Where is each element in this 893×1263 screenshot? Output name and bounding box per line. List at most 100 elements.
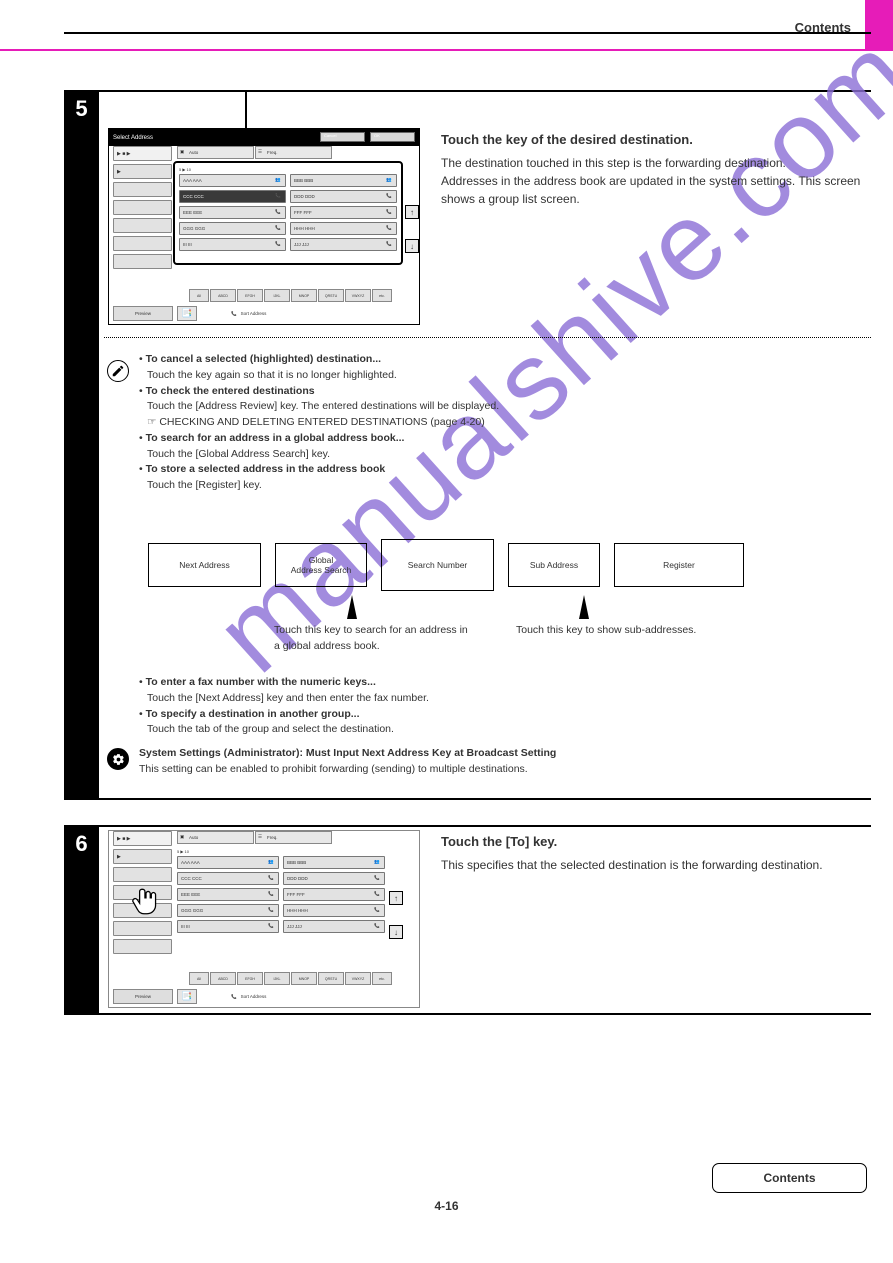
scroll-up-button[interactable]: ↑: [405, 205, 419, 219]
footer-contents-button[interactable]: Contents: [712, 1163, 867, 1193]
scroll-up-button[interactable]: ↑: [389, 891, 403, 905]
options-button[interactable]: 📑: [177, 989, 197, 1004]
index-tab[interactable]: EFGH: [237, 289, 263, 302]
preview-button[interactable]: Preview: [113, 989, 173, 1004]
step6-sidebar: 6: [64, 825, 99, 1013]
tab-icon: ▣: [180, 149, 187, 156]
step6-title: Touch the [To] key.: [441, 832, 871, 852]
phone-icon: 📞: [386, 225, 394, 233]
index-tab[interactable]: etc.: [372, 289, 392, 302]
address-entry[interactable]: III III📞: [179, 238, 286, 251]
index-tab[interactable]: MNOP: [291, 289, 317, 302]
address-entry[interactable]: EEE EEE📞: [177, 888, 279, 901]
left-mode-column: ▶ ■ ▶ ▶: [113, 146, 172, 272]
address-entry[interactable]: GGG GGG📞: [179, 222, 286, 235]
panel-header: Select Address Cancel OK: [109, 129, 419, 146]
index-tab[interactable]: ABCD: [210, 289, 236, 302]
index-tab[interactable]: MNOP: [291, 972, 317, 985]
index-tab[interactable]: EFGH: [237, 972, 263, 985]
preview-button[interactable]: Preview: [113, 306, 173, 321]
step5-sidebar: 5: [64, 90, 99, 798]
address-entry[interactable]: III III📞: [177, 920, 279, 933]
phone-icon: 📞: [268, 923, 276, 931]
mode-bcc[interactable]: [113, 182, 172, 197]
softkey-search-num[interactable]: Search Number: [381, 539, 494, 591]
mode-blank3[interactable]: [113, 921, 172, 936]
bottom-bar: Preview 📑 📞 Sort Address: [113, 989, 415, 1004]
ok-button[interactable]: OK: [370, 132, 415, 142]
mode-to[interactable]: ▶ ■ ▶: [113, 146, 172, 161]
softkey-next[interactable]: Next Address: [148, 543, 261, 587]
sort-icon: 📞: [231, 311, 237, 317]
mode-cc[interactable]: ▶: [113, 164, 172, 179]
mode-cc[interactable]: ▶: [113, 849, 172, 864]
address-entry-selected[interactable]: CCC CCC📞: [179, 190, 286, 203]
tab-auto[interactable]: ▣Auto: [177, 146, 254, 159]
address-entry[interactable]: JJJ JJJ📞: [283, 920, 385, 933]
index-tab[interactable]: VWXYZ: [345, 289, 371, 302]
softkey-global[interactable]: Global Address Search: [275, 543, 367, 587]
mode-blank2[interactable]: [113, 218, 172, 233]
phone-icon: 📞: [268, 875, 276, 883]
index-tab[interactable]: IJKL: [264, 972, 290, 985]
softkey-sub-addr[interactable]: Sub Address: [508, 543, 600, 587]
address-entry[interactable]: BBB BBB👥: [290, 174, 397, 187]
index-tab[interactable]: All: [189, 972, 209, 985]
index-tabs: All ABCD EFGH IJKL MNOP QRSTU VWXYZ etc.: [189, 972, 392, 985]
address-entry[interactable]: JJJ JJJ📞: [290, 238, 397, 251]
mode-blank1[interactable]: [113, 200, 172, 215]
cancel-button[interactable]: Cancel: [320, 132, 365, 142]
mode-to[interactable]: ▶ ■ ▶: [113, 831, 172, 846]
phone-icon: 📞: [374, 923, 382, 931]
index-tab[interactable]: VWXYZ: [345, 972, 371, 985]
index-tab[interactable]: etc.: [372, 972, 392, 985]
index-tab[interactable]: QRSTU: [318, 289, 344, 302]
address-entry[interactable]: FFF FFF📞: [283, 888, 385, 901]
address-entry[interactable]: EEE EEE📞: [179, 206, 286, 219]
tab-auto[interactable]: ▣Auto: [177, 831, 254, 844]
header-rule: [64, 32, 871, 34]
scroll-down-button[interactable]: ↓: [389, 925, 403, 939]
address-entry[interactable]: GGG GGG📞: [177, 904, 279, 917]
address-entry[interactable]: AAA AAA👥: [177, 856, 279, 869]
step5-number: 5: [64, 90, 99, 122]
mode-blank4[interactable]: [113, 254, 172, 269]
options-icon: 📑: [181, 308, 192, 319]
index-tab[interactable]: ABCD: [210, 972, 236, 985]
group-icon: 👥: [275, 177, 283, 185]
footer-label: Contents: [713, 1164, 866, 1192]
pencil-icon: [111, 364, 125, 378]
range-label: 5 ▶ 10: [177, 849, 385, 854]
mode-blank4[interactable]: [113, 939, 172, 954]
mode-to-target[interactable]: [113, 867, 172, 882]
address-entry[interactable]: HHH HHH📞: [283, 904, 385, 917]
phone-icon: 📞: [268, 907, 276, 915]
tab-freq[interactable]: ☰Freq.: [255, 831, 332, 844]
phone-icon: 📞: [374, 891, 382, 899]
address-entry[interactable]: AAA AAA👥: [179, 174, 286, 187]
scroll-down-button[interactable]: ↓: [405, 239, 419, 253]
address-entry[interactable]: DDD DDD📞: [283, 872, 385, 885]
mode-blank3[interactable]: [113, 236, 172, 251]
softkey-register[interactable]: Register: [614, 543, 744, 587]
step5-text: Touch the key of the desired destination…: [441, 130, 871, 208]
tab-freq[interactable]: ☰Freq.: [255, 146, 332, 159]
address-entry[interactable]: DDD DDD📞: [290, 190, 397, 203]
note2-body2: ☞ CHECKING AND DELETING ENTERED DESTINAT…: [139, 415, 871, 431]
gear-icon: [112, 753, 125, 766]
note6-body: Touch the tab of the group and select th…: [139, 722, 871, 738]
note4-title: To store a selected address in the addre…: [146, 463, 386, 475]
index-tab[interactable]: QRSTU: [318, 972, 344, 985]
address-entry[interactable]: BBB BBB👥: [283, 856, 385, 869]
index-tab[interactable]: IJKL: [264, 289, 290, 302]
address-list-highlighted: 5 ▶ 10 AAA AAA👥 BBB BBB👥 CCC CCC📞 DDD DDD📞…: [173, 161, 403, 265]
options-button[interactable]: 📑: [177, 306, 197, 321]
settings-body: This setting can be enabled to prohibit …: [139, 762, 871, 778]
address-entry[interactable]: HHH HHH📞: [290, 222, 397, 235]
group-icon: 👥: [268, 859, 276, 867]
index-tab[interactable]: All: [189, 289, 209, 302]
range-label: 5 ▶ 10: [179, 167, 397, 172]
address-entry[interactable]: CCC CCC📞: [177, 872, 279, 885]
address-entry[interactable]: FFF FFF📞: [290, 206, 397, 219]
phone-icon: 📞: [386, 209, 394, 217]
